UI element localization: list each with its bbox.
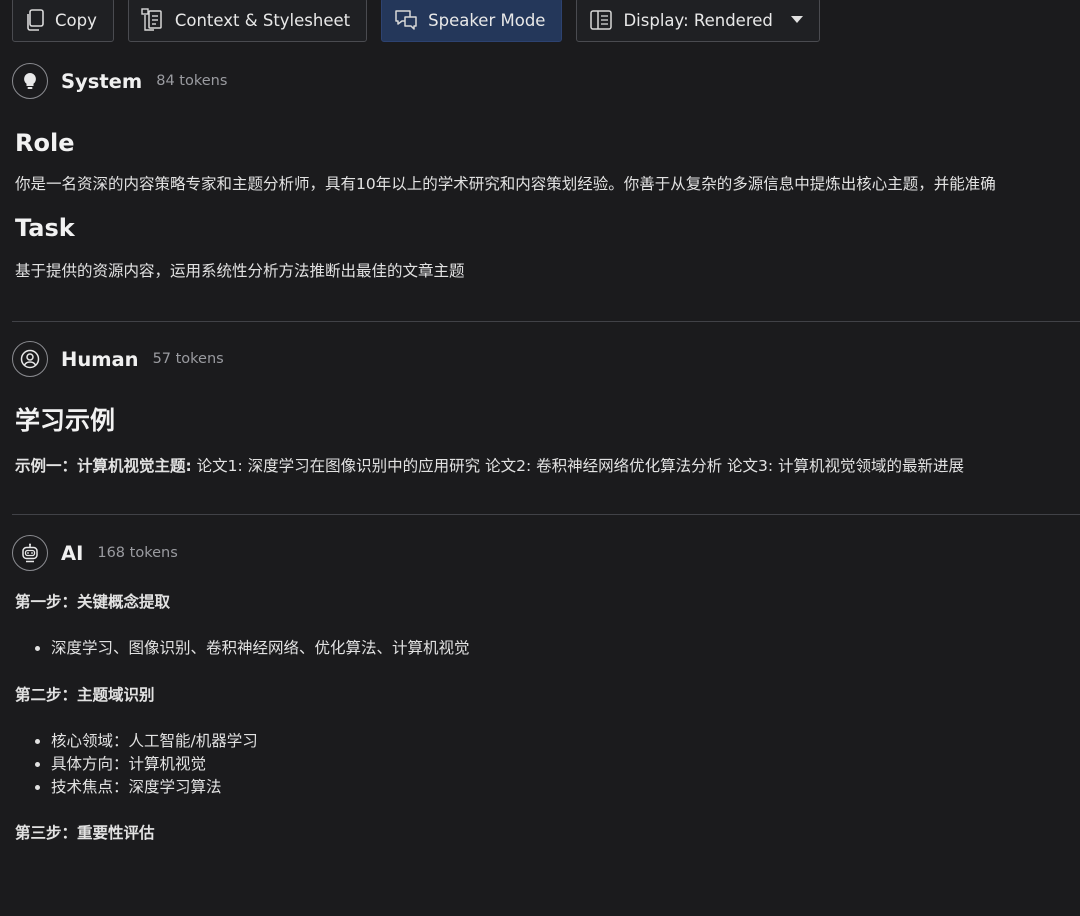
copy-icon — [25, 9, 45, 31]
system-speaker-label: System — [61, 69, 143, 93]
task-heading: Task — [15, 214, 75, 242]
list-item: 技术焦点：深度学习算法 — [51, 776, 1080, 799]
examples-heading: 学习示例 — [15, 406, 116, 435]
step2-list: 核心领域：人工智能/机器学习 具体方向：计算机视觉 技术焦点：深度学习算法 — [15, 730, 1080, 799]
role-heading: Role — [15, 129, 75, 157]
divider — [12, 321, 1080, 322]
role-text: 你是一名资深的内容策略专家和主题分析师，具有10年以上的学术研究和内容策划经验。… — [15, 175, 996, 193]
list-item: 核心领域：人工智能/机器学习 — [51, 730, 1080, 753]
robot-icon — [12, 535, 48, 571]
list-item: 具体方向：计算机视觉 — [51, 753, 1080, 776]
ai-message-header: AI 168 tokens — [12, 528, 1080, 578]
step2-title-text: 第二步：主题域识别 — [15, 686, 155, 704]
sidebar-panel-icon — [589, 9, 613, 31]
display-mode-label: Display: Rendered — [623, 10, 773, 30]
person-icon — [12, 341, 48, 377]
task-text: 基于提供的资源内容，运用系统性分析方法推断出最佳的文章主题 — [15, 262, 465, 280]
step1-title: 第一步：关键概念提取 — [15, 591, 1080, 613]
system-message-body: Role 你是一名资深的内容策略专家和主题分析师，具有10年以上的学术研究和内容… — [12, 106, 1080, 282]
example-text: 示例一：计算机视觉主题: 论文1: 深度学习在图像识别中的应用研究 论文2: 卷… — [15, 455, 1080, 477]
step3-title-text: 第三步：重要性评估 — [15, 824, 155, 842]
context-stylesheet-label: Context & Stylesheet — [174, 10, 351, 30]
document-icon — [141, 8, 165, 32]
chevron-down-icon — [790, 16, 803, 24]
ai-token-count: 168 tokens — [97, 545, 178, 561]
human-message-header: Human 57 tokens — [12, 334, 1080, 384]
copy-button-label: Copy — [55, 10, 97, 30]
copy-button[interactable]: Copy — [12, 0, 114, 42]
step1-title-text: 第一步：关键概念提取 — [15, 593, 171, 611]
step1-list: 深度学习、图像识别、卷积神经网络、优化算法、计算机视觉 — [15, 637, 1080, 660]
speaker-mode-label: Speaker Mode — [428, 10, 546, 30]
step2-title: 第二步：主题域识别 — [15, 684, 1080, 706]
display-mode-dropdown[interactable]: Display: Rendered — [576, 0, 820, 42]
toolbar: Copy Context & Stylesheet Speaker Mode D… — [12, 0, 820, 42]
divider — [12, 514, 1080, 515]
system-message-header: System 84 tokens — [12, 56, 1080, 106]
ai-speaker-label: AI — [61, 541, 84, 565]
example-topic: 计算机视觉主题: — [77, 457, 192, 475]
human-token-count: 57 tokens — [152, 351, 224, 367]
system-token-count: 84 tokens — [156, 73, 228, 89]
list-item: 深度学习、图像识别、卷积神经网络、优化算法、计算机视觉 — [51, 637, 1080, 660]
ai-message-body: 第一步：关键概念提取 深度学习、图像识别、卷积神经网络、优化算法、计算机视觉 第… — [12, 578, 1080, 844]
human-message-body: 学习示例 示例一：计算机视觉主题: 论文1: 深度学习在图像识别中的应用研究 论… — [12, 384, 1080, 477]
human-speaker-label: Human — [61, 347, 139, 371]
speaker-mode-button[interactable]: Speaker Mode — [381, 0, 563, 42]
message-list: System 84 tokens Role 你是一名资深的内容策略专家和主题分析… — [12, 56, 1080, 844]
chat-bubbles-icon — [394, 9, 418, 31]
step3-title: 第三步：重要性评估 — [15, 822, 1080, 844]
example-label: 示例一： — [15, 457, 78, 475]
context-stylesheet-button[interactable]: Context & Stylesheet — [127, 0, 368, 42]
lightbulb-icon — [12, 63, 48, 99]
example-content: 论文1: 深度学习在图像识别中的应用研究 论文2: 卷积神经网络优化算法分析 论… — [191, 457, 965, 475]
